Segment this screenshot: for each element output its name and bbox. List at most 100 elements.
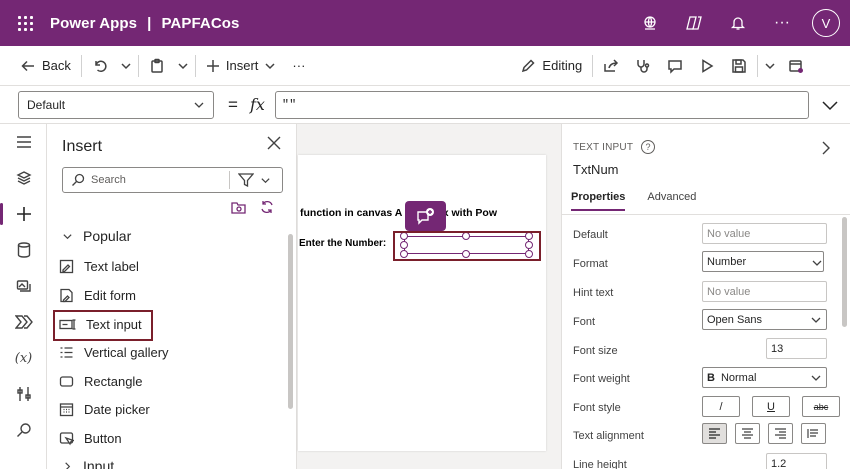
title-separator: |: [147, 14, 152, 32]
properties-scrollbar[interactable]: [842, 217, 847, 327]
insert-item-date-picker[interactable]: Date picker: [59, 397, 150, 421]
environment-icon[interactable]: [628, 0, 672, 46]
comments-button[interactable]: [659, 46, 691, 86]
formula-input[interactable]: "": [274, 90, 809, 119]
expand-formula-icon[interactable]: [821, 96, 839, 114]
underline-toggle[interactable]: U: [752, 396, 790, 417]
line-height-input[interactable]: 1.2: [766, 453, 827, 469]
search-input[interactable]: Search: [91, 174, 126, 186]
command-bar: Back Insert ··· Editing: [0, 46, 850, 86]
save-dropdown[interactable]: [760, 46, 780, 86]
paste-button[interactable]: [141, 46, 173, 86]
insert-item-text-label[interactable]: Text label: [59, 254, 139, 278]
data-icon[interactable]: [0, 232, 47, 268]
strikethrough-toggle[interactable]: abc: [802, 396, 840, 417]
property-dropdown[interactable]: Default: [18, 90, 214, 119]
publish-button[interactable]: [780, 46, 812, 86]
power-automate-icon[interactable]: [0, 304, 47, 340]
more-commands-button[interactable]: ···: [284, 46, 313, 86]
text-label-icon: [59, 259, 74, 273]
more-icon[interactable]: ···: [760, 0, 804, 46]
variables-icon[interactable]: (x): [0, 340, 47, 376]
divider: [80, 54, 82, 77]
formula-text: "": [281, 97, 297, 112]
format-value: Number: [707, 255, 747, 268]
refresh-icon[interactable]: [260, 200, 274, 214]
chevron-down-icon: [261, 177, 270, 183]
share-button[interactable]: [595, 46, 627, 86]
screen-heading-label[interactable]: function in canvas A PowerFx with Pow: [300, 207, 497, 219]
undo-dropdown[interactable]: [116, 46, 136, 86]
insert-pane: Insert Search Popular Text label Edit fo…: [47, 124, 297, 469]
insert-item-rectangle[interactable]: Rectangle: [59, 369, 143, 393]
undo-icon: [95, 60, 107, 72]
editing-label: Editing: [542, 58, 583, 73]
close-icon[interactable]: [267, 136, 281, 150]
top-bar: Power Apps | PAPFACos ··· V: [0, 0, 850, 46]
project-name: PAPFACos: [161, 14, 240, 32]
get-more-components-icon[interactable]: [231, 200, 246, 214]
line-height-label: Line height: [573, 459, 627, 469]
back-button[interactable]: Back: [0, 46, 79, 86]
divider: [137, 54, 139, 77]
media-icon[interactable]: [0, 268, 47, 304]
insert-pane-scrollbar[interactable]: [288, 234, 293, 409]
default-input[interactable]: No value: [702, 223, 827, 244]
search-rail-icon[interactable]: [0, 412, 47, 448]
tab-advanced[interactable]: Advanced: [647, 191, 696, 211]
hint-text-input[interactable]: No value: [702, 281, 827, 302]
avatar[interactable]: V: [812, 9, 840, 37]
app-screen: function in canvas A PowerFx with Pow En…: [298, 155, 546, 451]
control-name[interactable]: TxtNum: [573, 162, 619, 177]
undo-button[interactable]: [84, 46, 116, 86]
font-size-input[interactable]: 13: [766, 338, 827, 359]
popular-section-header[interactable]: Popular: [62, 228, 131, 244]
app-checker-button[interactable]: [627, 46, 659, 86]
insert-rail-icon[interactable]: [0, 196, 47, 232]
chevron-right-icon[interactable]: [820, 140, 832, 156]
align-right-toggle[interactable]: [768, 423, 793, 444]
italic-toggle[interactable]: /: [702, 396, 740, 417]
play-icon: [702, 58, 714, 73]
share-icon: [604, 58, 619, 72]
input-section-header[interactable]: Input: [62, 458, 114, 469]
font-weight-dropdown[interactable]: B Normal: [702, 367, 827, 388]
copilot-chat-button[interactable]: [405, 201, 446, 231]
plus-icon: [206, 59, 219, 72]
editing-mode-button[interactable]: Editing: [513, 46, 590, 86]
format-dropdown[interactable]: Number: [702, 251, 824, 272]
insert-item-edit-form[interactable]: Edit form: [59, 283, 136, 307]
font-dropdown[interactable]: Open Sans: [702, 309, 827, 330]
copilot-icon[interactable]: [672, 0, 716, 46]
chevron-down-icon: [811, 375, 821, 381]
divider: [592, 54, 594, 77]
insert-item-button[interactable]: Button: [59, 426, 122, 450]
insert-button[interactable]: Insert: [198, 46, 285, 86]
preview-button[interactable]: [691, 46, 723, 86]
bell-icon[interactable]: [716, 0, 760, 46]
tab-properties[interactable]: Properties: [571, 191, 626, 211]
hamburger-menu-icon[interactable]: [0, 124, 47, 160]
app-launcher-icon[interactable]: [0, 0, 50, 46]
advanced-tools-icon[interactable]: [0, 376, 47, 412]
font-value: Open Sans: [707, 313, 763, 326]
insert-pane-title: Insert: [62, 138, 103, 155]
chevron-down-icon: [265, 62, 275, 69]
help-icon[interactable]: ?: [641, 140, 656, 154]
insert-item-vertical-gallery[interactable]: Vertical gallery: [59, 340, 169, 364]
enter-number-label[interactable]: Enter the Number:: [299, 238, 386, 249]
chevron-down-icon: [121, 62, 131, 69]
paste-dropdown[interactable]: [173, 46, 193, 86]
save-button[interactable]: [723, 46, 755, 86]
filter-button[interactable]: [238, 173, 271, 187]
edit-form-icon: [60, 288, 73, 302]
gallery-icon: [60, 346, 73, 358]
align-justify-toggle[interactable]: [801, 423, 826, 444]
align-center-toggle[interactable]: [735, 423, 760, 444]
font-weight-value: Normal: [720, 371, 757, 384]
insert-search[interactable]: Search: [62, 167, 283, 193]
chevron-down-icon[interactable]: [811, 257, 823, 269]
comment-icon: [668, 59, 682, 74]
align-left-toggle[interactable]: [702, 423, 727, 444]
tree-view-icon[interactable]: [0, 160, 47, 196]
